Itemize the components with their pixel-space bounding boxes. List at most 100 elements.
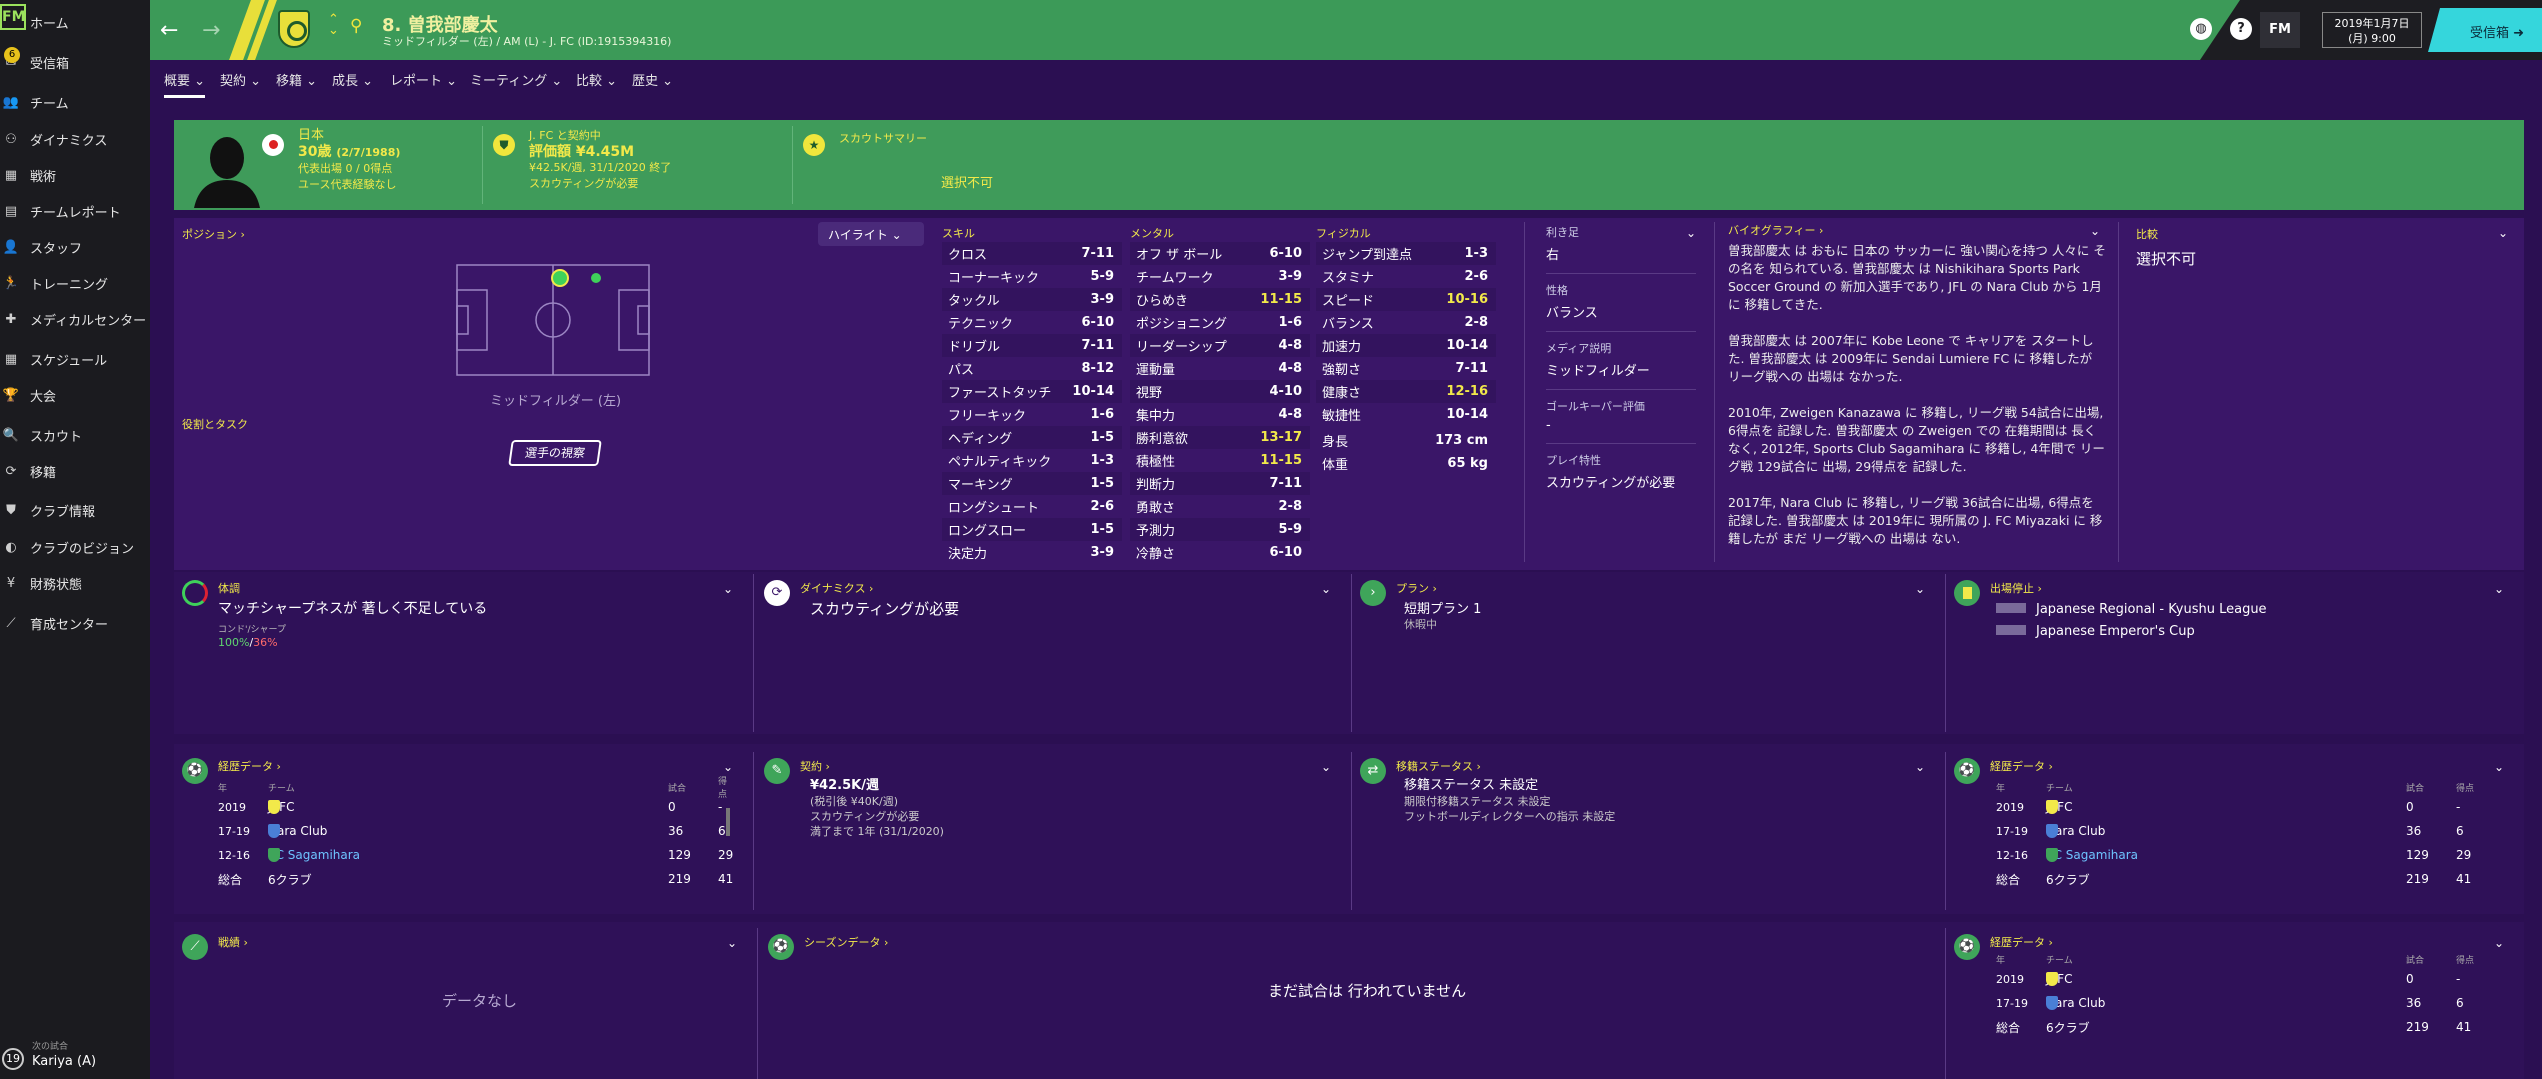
globe-icon[interactable]: ◍ (2190, 18, 2212, 40)
fm-menu-button[interactable]: FM (2260, 12, 2300, 48)
sidebar-item-club-info[interactable]: ⛊ クラブ情報 (0, 498, 150, 522)
attribute-row: マーキング 1-5 (942, 472, 1122, 495)
career-year: 2019 (1996, 972, 2024, 986)
dynamics-title[interactable]: ダイナミクス › (800, 580, 873, 596)
chevron-down-icon[interactable]: ⌄ (2494, 760, 2504, 774)
season-title[interactable]: シーズンデータ › (804, 934, 888, 950)
tab-history[interactable]: 歴史 ⌄ (632, 70, 673, 89)
career-row[interactable]: 2019 J. FC 0 - (218, 796, 748, 818)
tab-meetings[interactable]: ミーティング ⌄ (470, 70, 562, 89)
career-row[interactable]: 2019 J. FC 0 - (1996, 968, 2486, 990)
sidebar-item-team[interactable]: 👥 チーム (0, 90, 150, 114)
search-icon[interactable]: ⚲ (350, 16, 362, 36)
career-apps: 36 (2406, 996, 2422, 1010)
career-card-3: ⚽ 経歴データ › ⌄ 年チーム 試合 得点 2019 J. FC 0-17-19 Nar… (1946, 928, 2524, 1079)
bans-title[interactable]: 出場停止 › (1990, 580, 2042, 596)
japan-flag-icon (262, 134, 284, 156)
scrollbar[interactable] (726, 808, 730, 836)
sidebar-item-development[interactable]: ⟋ 育成センター (0, 611, 150, 635)
career-row[interactable]: 12-16 SC Sagamihara 129 29 (1996, 844, 2486, 866)
plan-title[interactable]: プラン › (1396, 580, 1437, 596)
sidebar-item-training[interactable]: 🏃 トレーニング (0, 271, 150, 295)
scout-player-button[interactable]: 選手の視察 (508, 440, 602, 466)
tab-development[interactable]: 成長 ⌄ (332, 70, 373, 89)
chevron-down-icon[interactable]: ⌄ (723, 582, 733, 596)
career-goals: - (2456, 972, 2461, 986)
career-title[interactable]: 経歴データ › (218, 758, 281, 774)
chevron-down-icon[interactable]: ⌄ (1321, 582, 1331, 596)
sidebar-item-competitions[interactable]: 🏆 大会 (0, 383, 150, 407)
plan-card: › プラン › ⌄ 短期プラン 1 休暇中 (1352, 574, 1946, 732)
chevron-down-icon[interactable]: ⌄ (727, 936, 737, 950)
career-year: 12-16 (218, 848, 250, 862)
tab-reports[interactable]: レポート ⌄ (390, 70, 457, 89)
condition-title: 体調 (218, 582, 240, 595)
transfer-icon: ⟳ (5, 463, 17, 479)
chevron-down-icon[interactable]: ⌄ (2090, 224, 2100, 238)
tab-compare[interactable]: 比較 ⌄ (576, 70, 617, 89)
club-badge-icon: ⛊ (493, 134, 515, 156)
sidebar-item-club-vision[interactable]: ◐ クラブのビジョン (0, 535, 150, 559)
help-icon[interactable]: ? (2230, 18, 2252, 40)
next-match-label: 次の試合 (32, 1042, 69, 1052)
attribute-label: 決定力 (948, 547, 988, 562)
transfer-title[interactable]: 移籍ステータス › (1396, 758, 1481, 774)
tab-overview[interactable]: 概要 ⌄ (164, 70, 206, 98)
biography-title[interactable]: バイオグラフィー › (1728, 222, 1823, 238)
chevron-down-icon[interactable]: ⌄ (2498, 226, 2508, 240)
attribute-label: 冷静さ (1136, 547, 1176, 562)
position-title[interactable]: ポジション › (182, 226, 245, 242)
career-row[interactable]: 2019 J. FC 0 - (1996, 796, 2486, 818)
sidebar-item-finances[interactable]: ¥ 財務状態 (0, 571, 150, 595)
sidebar-item-staff[interactable]: 👤 スタッフ (0, 235, 150, 259)
attribute-value: 1-5 (1090, 430, 1115, 445)
career-row[interactable]: 17-19 Nara Club 36 6 (1996, 820, 2486, 842)
chevron-down-icon[interactable]: ⌄ (2494, 582, 2504, 596)
chevron-down-icon[interactable]: ⌄ (1321, 760, 1331, 774)
chevron-down-icon[interactable]: ⌄ (1915, 582, 1925, 596)
sidebar-item-tactics[interactable]: ▦ 戦術 (0, 163, 150, 187)
tab-transfer[interactable]: 移籍 ⌄ (276, 70, 317, 89)
career-row[interactable]: 17-19 Nara Club 36 6 (218, 820, 748, 842)
chevron-updown-icon[interactable]: ⌃ ⌄ (328, 13, 339, 37)
record-title[interactable]: 戦績 › (218, 934, 248, 950)
date-display[interactable]: 2019年1月7日 (月) 9:00 (2322, 12, 2422, 48)
sidebar-item-transfers[interactable]: ⟳ 移籍 (0, 459, 150, 483)
next-match-day: 19 (2, 1048, 24, 1070)
chevron-down-icon[interactable]: ⌄ (2494, 936, 2504, 950)
continue-button[interactable]: 受信箱 ➜ (2428, 8, 2542, 52)
skills-title: スキル (942, 227, 975, 240)
attribute-label: ペナルティキック (948, 455, 1052, 470)
attribute-row: ペナルティキック 1-3 (942, 449, 1122, 472)
highlight-dropdown[interactable]: ハイライト ⌄ (818, 222, 924, 246)
attribute-row: テクニック 6-10 (942, 311, 1122, 334)
back-arrow-icon[interactable]: ← (160, 18, 178, 43)
sidebar-item-dynamics[interactable]: ⚇ ダイナミクス (0, 127, 150, 151)
attribute-row: 決定力 3-9 (942, 541, 1122, 564)
career-row[interactable]: 12-16 SC Sagamihara 129 29 (218, 844, 748, 866)
chevron-down-icon[interactable]: ⌄ (723, 760, 733, 774)
contract-title[interactable]: 契約 › (800, 758, 830, 774)
next-match[interactable]: 19 次の試合 Kariya (A) (0, 1036, 150, 1076)
career-year: 12-16 (1996, 848, 2028, 862)
attribute-label: フリーキック (948, 409, 1027, 424)
career-row[interactable]: 17-19 Nara Club 36 6 (1996, 992, 2486, 1014)
sidebar-item-scouting[interactable]: 🔍 スカウト (0, 423, 150, 447)
sidebar-item-home[interactable]: ホーム (0, 10, 150, 34)
sidebar-item-team-report[interactable]: ▤ チームレポート (0, 199, 150, 223)
forward-arrow-icon[interactable]: → (202, 18, 220, 43)
football-icon: ⚽ (768, 934, 794, 960)
sidebar-item-medical[interactable]: ✚ メディカルセンター (0, 307, 150, 331)
club-crest-icon[interactable] (278, 10, 310, 48)
attribute-row: フリーキック 1-6 (942, 403, 1122, 426)
pen-icon: ✎ (764, 758, 790, 784)
sidebar-item-inbox[interactable]: ✉6受信箱 (0, 46, 150, 74)
club-name: J. FC (2046, 972, 2073, 986)
arrow-right-icon: ➜ (2513, 26, 2525, 41)
condition-ring-icon (182, 580, 208, 606)
chevron-down-icon[interactable]: ⌄ (1686, 226, 1696, 240)
chevron-down-icon[interactable]: ⌄ (1915, 760, 1925, 774)
tab-contract[interactable]: 契約 ⌄ (220, 70, 261, 89)
career-title[interactable]: 経歴データ › (1990, 758, 2053, 774)
sidebar-item-schedule[interactable]: ▦ スケジュール (0, 347, 150, 371)
